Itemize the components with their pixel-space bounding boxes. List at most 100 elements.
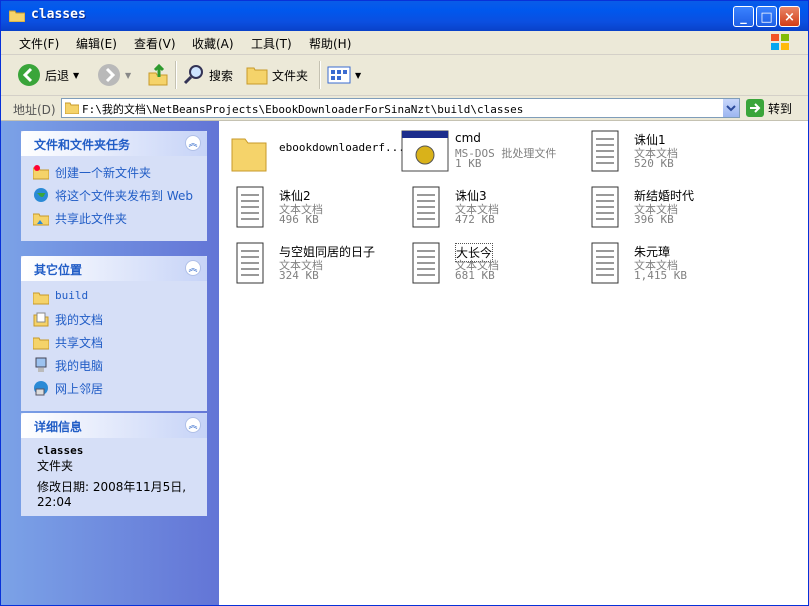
address-bar: 地址(D) F:\我的文档\NetBeansProjects\EbookDown… bbox=[1, 96, 808, 121]
text-file-icon bbox=[236, 242, 264, 284]
file-size: 324 KB bbox=[279, 269, 319, 282]
menu-help[interactable]: 帮助(H) bbox=[309, 35, 351, 52]
computer-icon bbox=[35, 357, 47, 372]
file-item-text[interactable]: 诛仙2 文本文档 496 KB bbox=[223, 181, 401, 231]
collapse-icon[interactable]: ︽ bbox=[185, 260, 201, 276]
views-icon bbox=[327, 66, 351, 84]
folders-button[interactable]: 文件夹 bbox=[246, 61, 308, 89]
explorer-window: classes _ □ × 文件(F) 编辑(E) 查看(V) 收藏(A) 工具… bbox=[0, 0, 809, 606]
details-panel: 详细信息 ︽ classes 文件夹 修改日期: 2008年11月5日, 22:… bbox=[21, 413, 207, 516]
place-my-computer[interactable]: 我的电脑 bbox=[33, 357, 197, 374]
file-size: 681 KB bbox=[455, 269, 495, 282]
text-file-icon bbox=[412, 242, 440, 284]
file-item-text[interactable]: 与空姐同居的日子 文本文档 324 KB bbox=[223, 237, 401, 287]
windows-logo-icon bbox=[771, 34, 789, 50]
file-item-text[interactable]: 朱元璋 文本文档 1,415 KB bbox=[578, 237, 756, 287]
file-name: cmd bbox=[455, 131, 481, 145]
minimize-button[interactable]: _ bbox=[733, 6, 754, 27]
new-folder-icon bbox=[33, 165, 49, 180]
task-publish-web[interactable]: 将这个文件夹发布到 Web bbox=[33, 187, 197, 204]
file-item-folder[interactable]: ebookdownloaderf... bbox=[223, 125, 405, 175]
go-button[interactable]: 转到 bbox=[746, 99, 792, 117]
place-network[interactable]: 网上邻居 bbox=[33, 380, 197, 397]
file-tasks-header[interactable]: 文件和文件夹任务 ︽ bbox=[21, 131, 207, 156]
details-header[interactable]: 详细信息 ︽ bbox=[21, 413, 207, 438]
detail-modified: 修改日期: 2008年11月5日, 22:04 bbox=[37, 480, 187, 509]
file-name: ebookdownloaderf... bbox=[279, 141, 405, 154]
text-file-icon bbox=[412, 186, 440, 228]
file-size: 496 KB bbox=[279, 213, 319, 226]
collapse-icon[interactable]: ︽ bbox=[185, 417, 201, 433]
text-file-icon bbox=[591, 130, 619, 172]
task-pane: 文件和文件夹任务 ︽ 创建一个新文件夹 将这个文件夹发布到 Web 共享此文件夹 bbox=[1, 121, 219, 605]
search-icon bbox=[183, 65, 203, 85]
up-folder-icon bbox=[148, 63, 168, 86]
place-my-documents[interactable]: 我的文档 bbox=[33, 311, 197, 328]
search-button[interactable]: 搜索 bbox=[183, 61, 233, 89]
shared-folder-icon bbox=[33, 213, 49, 226]
chevron-down-icon bbox=[726, 105, 736, 112]
folders-label: 文件夹 bbox=[272, 68, 309, 83]
text-file-icon bbox=[591, 242, 619, 284]
menu-edit[interactable]: 编辑(E) bbox=[76, 35, 117, 52]
toolbar: 后退 ▼ ▼ 搜索 文件夹 ▼ bbox=[1, 55, 808, 96]
file-size: 520 KB bbox=[634, 157, 674, 170]
panel-title: 详细信息 bbox=[34, 420, 83, 434]
go-arrow-icon bbox=[746, 99, 764, 117]
file-item-text[interactable]: 诛仙3 文本文档 472 KB bbox=[399, 181, 577, 231]
back-label: 后退 bbox=[45, 68, 70, 83]
collapse-icon[interactable]: ︽ bbox=[185, 135, 201, 151]
place-build[interactable]: build bbox=[33, 289, 197, 305]
close-button[interactable]: × bbox=[779, 6, 800, 27]
menu-view[interactable]: 查看(V) bbox=[134, 35, 176, 52]
go-label: 转到 bbox=[768, 101, 793, 116]
maximize-button[interactable]: □ bbox=[756, 6, 777, 27]
address-dropdown-button[interactable] bbox=[723, 99, 739, 117]
file-size: 396 KB bbox=[634, 213, 674, 226]
address-path: F:\我的文档\NetBeansProjects\EbookDownloader… bbox=[82, 103, 524, 116]
other-places-header[interactable]: 其它位置 ︽ bbox=[21, 256, 207, 281]
globe-icon bbox=[34, 188, 48, 202]
folders-icon bbox=[246, 67, 268, 85]
my-documents-icon bbox=[33, 312, 49, 327]
panel-title: 文件和文件夹任务 bbox=[34, 138, 131, 152]
toolbar-separator bbox=[319, 61, 321, 89]
file-size: 1 KB bbox=[455, 157, 482, 170]
task-new-folder[interactable]: 创建一个新文件夹 bbox=[33, 164, 197, 181]
up-folder-button[interactable] bbox=[147, 61, 169, 89]
folder-icon bbox=[33, 337, 49, 350]
forward-arrow-icon bbox=[98, 64, 120, 86]
task-share-folder[interactable]: 共享此文件夹 bbox=[33, 210, 197, 227]
file-item-text-selected[interactable]: 大长今 文本文档 681 KB bbox=[399, 237, 577, 287]
folder-icon bbox=[65, 102, 79, 114]
file-item-cmd[interactable]: cmd MS-DOS 批处理文件 1 KB bbox=[399, 125, 577, 175]
back-button[interactable]: 后退 ▼ bbox=[17, 61, 79, 89]
file-item-text[interactable]: 诛仙1 文本文档 520 KB bbox=[578, 125, 756, 175]
file-tasks-panel: 文件和文件夹任务 ︽ 创建一个新文件夹 将这个文件夹发布到 Web 共享此文件夹 bbox=[21, 131, 207, 241]
menu-favorites[interactable]: 收藏(A) bbox=[192, 35, 234, 52]
folder-icon bbox=[9, 10, 25, 22]
folder-icon bbox=[33, 292, 49, 305]
folder-icon bbox=[231, 138, 267, 172]
file-item-text[interactable]: 新结婚时代 文本文档 396 KB bbox=[578, 181, 756, 231]
place-shared-documents[interactable]: 共享文档 bbox=[33, 334, 197, 351]
batch-file-icon bbox=[401, 130, 449, 172]
file-size: 1,415 KB bbox=[634, 269, 687, 282]
search-label: 搜索 bbox=[209, 68, 234, 83]
menu-tools[interactable]: 工具(T) bbox=[251, 35, 292, 52]
other-places-panel: 其它位置 ︽ build 我的文档 共享文档 我的电脑 网上邻居 bbox=[21, 256, 207, 411]
file-view: ebookdownloaderf... cmd MS-DOS 批处理文件 1 K… bbox=[219, 121, 808, 605]
text-file-icon bbox=[591, 186, 619, 228]
window-title: classes bbox=[31, 7, 86, 22]
address-label: 地址(D) bbox=[13, 103, 56, 117]
toolbar-separator bbox=[175, 61, 177, 89]
detail-type: 文件夹 bbox=[37, 459, 74, 473]
views-button[interactable]: ▼ bbox=[327, 61, 361, 89]
address-input[interactable]: F:\我的文档\NetBeansProjects\EbookDownloader… bbox=[61, 98, 740, 118]
network-icon bbox=[34, 381, 48, 396]
forward-button[interactable]: ▼ bbox=[97, 61, 131, 89]
menu-bar: 文件(F) 编辑(E) 查看(V) 收藏(A) 工具(T) 帮助(H) bbox=[1, 31, 808, 55]
text-file-icon bbox=[236, 186, 264, 228]
menu-file[interactable]: 文件(F) bbox=[19, 35, 59, 52]
title-bar[interactable]: classes _ □ × bbox=[1, 1, 808, 31]
